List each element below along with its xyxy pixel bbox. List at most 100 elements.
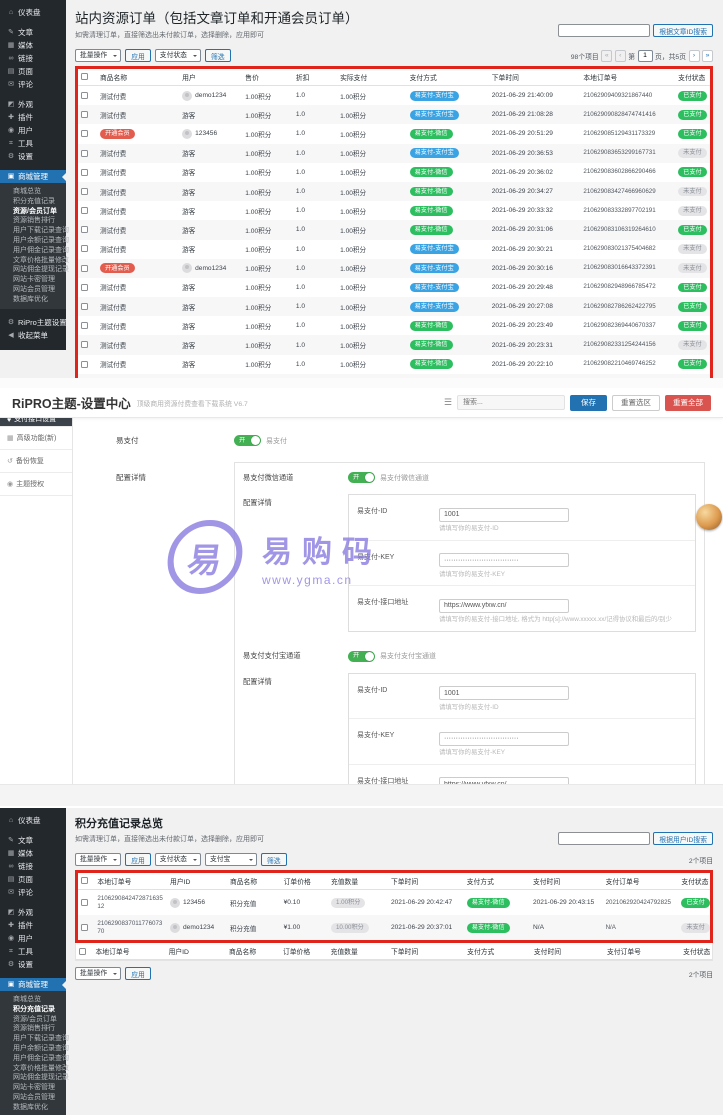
submenu-item[interactable]: 网站卡密管理 [0,1083,66,1093]
submenu-item[interactable]: 用户佣金记录查询 [0,246,69,256]
submenu-item[interactable]: 文章价格批量修改 [0,1063,69,1073]
row-checkbox[interactable] [81,111,88,119]
save-button[interactable]: 保存 [570,394,607,411]
product-name[interactable]: 测试付费 [100,228,126,235]
row-checkbox[interactable] [81,130,88,138]
sidebar-item-ripro-settings[interactable]: ⚙ RiPro主题设置 [0,316,67,329]
pay-status-select[interactable]: 支付状态 [154,853,201,866]
submenu-item[interactable]: 积分充值记录 [0,1005,66,1015]
submenu-item[interactable]: 用户佣金记录查询 [0,1054,69,1064]
row-checkbox[interactable] [81,898,88,906]
submenu-item[interactable]: 网站会员管理 [0,285,66,295]
reset-all-button[interactable]: 重置全部 [665,394,711,411]
product-name[interactable]: 测试付费 [100,113,126,120]
product-name[interactable]: 测试付费 [100,305,126,312]
row-checkbox[interactable] [81,149,88,157]
product-name[interactable]: 测试付费 [100,94,126,101]
sidebar-item-tools[interactable]: ⌗ 工具 [0,137,66,150]
apply-button[interactable]: 应用 [125,967,151,981]
submenu-item[interactable]: 用户余额记录查询 [0,1044,69,1054]
pay-channel-select[interactable]: 支付宝 [204,853,257,866]
row-checkbox[interactable] [81,877,88,885]
sidebar-item-media[interactable]: ▦ 媒体 [0,39,66,52]
product-name[interactable]: 测试付费 [100,151,126,158]
submenu-item[interactable]: 资源销售排行 [0,1024,66,1034]
sidebar-item-posts[interactable]: ✎ 文章 [0,26,66,39]
submenu-item[interactable]: 资源销售排行 [0,216,66,226]
product-name[interactable]: 测试付费 [100,324,126,331]
row-checkbox[interactable] [81,341,88,349]
epay-toggle[interactable]: 开 [234,435,261,446]
next-page-button[interactable]: › [688,49,700,62]
sidebar-item-posts[interactable]: ✎ 文章 [0,834,66,847]
field-input[interactable] [439,686,569,700]
current-page-input[interactable] [637,49,653,62]
submenu-item[interactable]: 数据库优化 [0,1103,66,1113]
sidebar-item-appearance[interactable]: ◩ 外观 [0,98,66,111]
sidebar-item-appearance[interactable]: ◩ 外观 [0,906,66,919]
submenu-item[interactable]: 网站佣金提现记录 [0,265,69,275]
submenu-item[interactable]: 网站佣金提现记录 [0,1073,69,1083]
row-checkbox[interactable] [81,207,88,215]
sidebar-item-links[interactable]: ∞ 链接 [0,52,66,65]
prev-page-button[interactable]: ‹ [614,49,626,62]
sidebar-item-mall[interactable]: ▣ 商城管理 [0,978,66,991]
wechat-channel-toggle[interactable]: 开 [348,472,375,483]
sidebar-item-users[interactable]: ◉ 用户 [0,124,66,137]
submenu-item[interactable]: 积分充值记录 [0,197,66,207]
bulk-action-select[interactable]: 批量操作 [75,853,122,866]
settings-nav-item[interactable]: ↺ 备份恢复 [0,450,72,473]
submenu-item[interactable]: 资源/会员订单 [0,207,66,217]
alipay-channel-toggle[interactable]: 开 [348,650,375,662]
search-input[interactable] [558,24,651,37]
bulk-action-select[interactable]: 批量操作 [75,49,122,62]
product-name[interactable]: 测试付费 [100,343,126,350]
pay-status-select[interactable]: 支付状态 [154,49,201,62]
sidebar-item-dashboard[interactable]: ⌂ 仪表盘 [0,6,66,19]
sidebar-item-links[interactable]: ∞ 链接 [0,860,66,873]
sidebar-item-pages[interactable]: ▤ 页面 [0,65,66,78]
settings-nav-item[interactable]: ♥ 支付接口设置 [0,418,72,427]
last-page-button[interactable]: » [702,49,713,62]
sidebar-item-comments[interactable]: ✉ 评论 [0,886,66,899]
settings-nav-item[interactable]: ◉ 主题授权 [0,473,72,496]
submenu-item[interactable]: 商城总览 [0,187,66,197]
apply-button[interactable]: 应用 [125,49,151,62]
sidebar-item-tools[interactable]: ⌗ 工具 [0,945,66,958]
submenu-item[interactable]: 用户下载记录查询 [0,1034,69,1044]
row-checkbox[interactable] [81,226,88,234]
sidebar-item-plugins[interactable]: ✚ 插件 [0,111,66,124]
settings-nav-item[interactable]: ▦ 高级功能(新) [0,427,72,450]
row-checkbox[interactable] [81,360,88,368]
first-page-button[interactable]: « [601,49,613,62]
bulk-action-select[interactable]: 批量操作 [75,967,122,981]
sidebar-item-mall[interactable]: ▣ 商城管理 [0,170,66,183]
row-checkbox[interactable] [81,283,88,291]
submenu-item[interactable]: 文章价格批量修改 [0,255,69,265]
settings-search-input[interactable] [457,395,565,410]
row-checkbox[interactable] [81,303,88,311]
field-input[interactable] [439,553,569,567]
apply-button[interactable]: 应用 [125,853,151,866]
product-name[interactable]: 测试付费 [100,209,126,216]
submenu-item[interactable]: 资源/会员订单 [0,1015,66,1025]
product-name[interactable]: 测试付费 [100,170,126,177]
product-name[interactable]: 测试付费 [100,362,126,369]
product-name[interactable]: 测试付费 [100,285,126,292]
sidebar-item-plugins[interactable]: ✚ 插件 [0,919,66,932]
field-input[interactable] [439,598,569,613]
submenu-item[interactable]: 网站会员管理 [0,1093,66,1103]
submenu-item[interactable]: 商城总览 [0,995,66,1005]
product-name[interactable]: 测试付费 [100,190,126,197]
row-checkbox[interactable] [81,322,88,330]
sidebar-item-media[interactable]: ▦ 媒体 [0,847,66,860]
row-checkbox[interactable] [81,245,88,253]
sidebar-item-comments[interactable]: ✉ 评论 [0,78,66,91]
row-checkbox[interactable] [81,264,88,272]
filter-button[interactable]: 筛选 [260,853,287,866]
product-name[interactable]: 测试付费 [100,247,126,254]
field-input[interactable] [439,507,569,522]
field-input[interactable] [439,731,569,746]
row-checkbox[interactable] [79,947,86,955]
search-input[interactable] [558,832,651,845]
